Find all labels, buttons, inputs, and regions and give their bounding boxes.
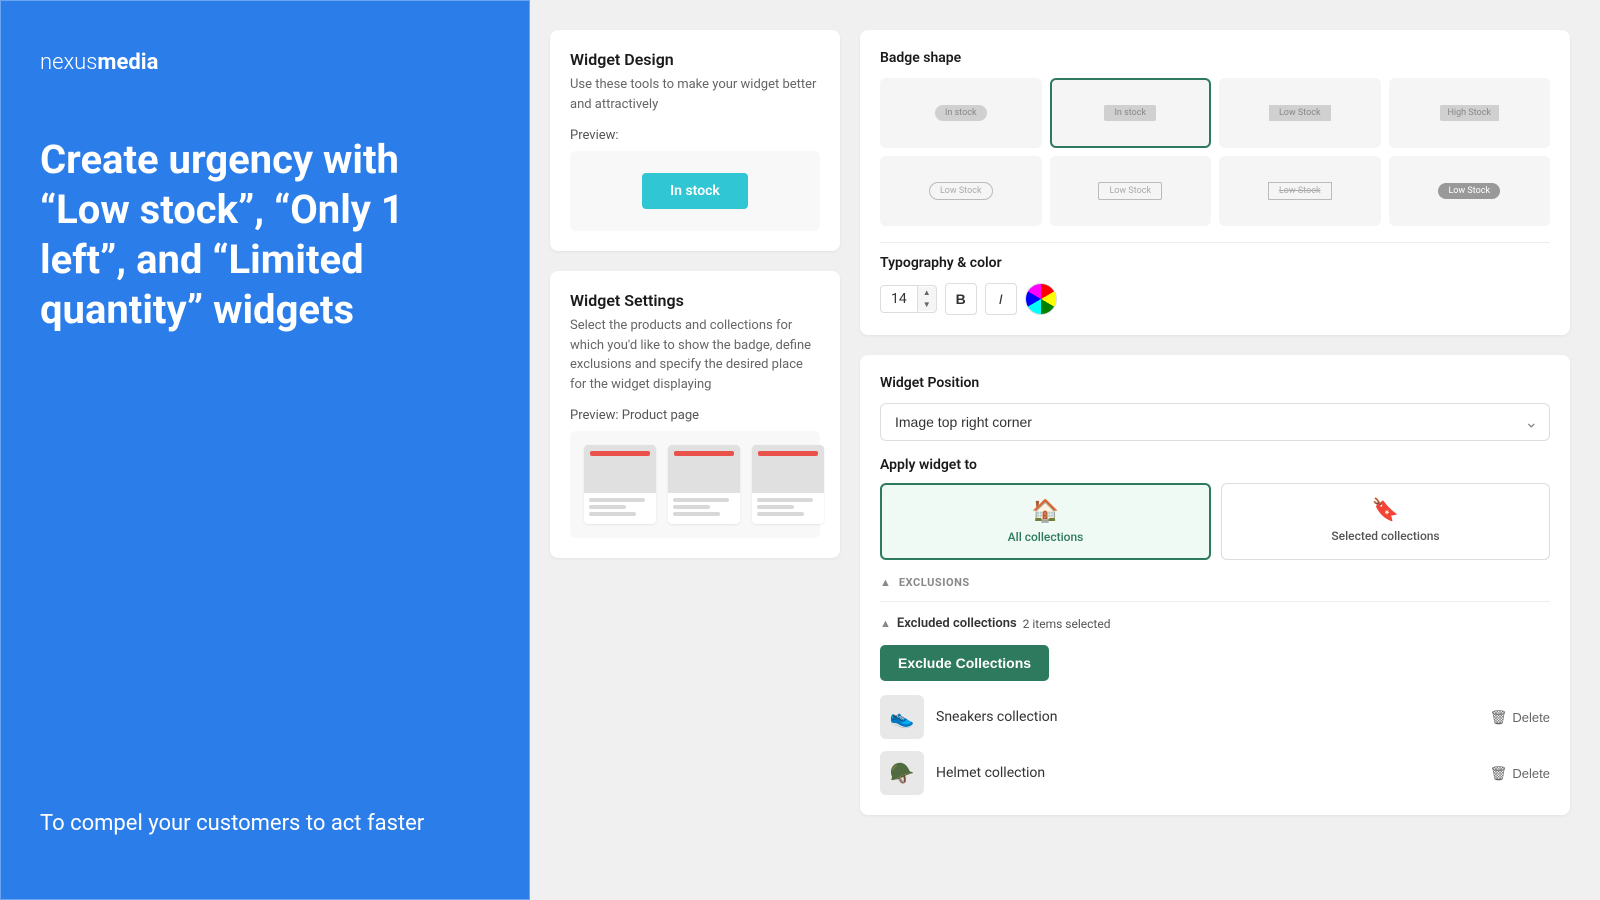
widget-settings-title: Widget Settings [570,291,820,310]
delete-sneakers-label: Delete [1512,710,1550,725]
excluded-collections-row[interactable]: ▲ Excluded collections 2 items selected [880,616,1550,631]
font-size-arrows[interactable]: ▲ ▼ [918,287,936,311]
collections-icon: 🏠 [1032,499,1059,524]
selected-icon: 🔖 [1372,498,1399,523]
widget-settings-desc: Select the products and collections for … [570,316,820,394]
badge-option-dark[interactable]: Low Stock [1389,156,1551,226]
exclusions-header[interactable]: ▲ EXCLUSIONS [880,576,1550,589]
delete-sneakers-button[interactable]: 🗑 Delete [1490,709,1550,726]
exclude-collections-button[interactable]: Exclude Collections [880,645,1049,681]
typography-controls: 14 ▲ ▼ B I [880,283,1550,315]
collection-item-helmet: 🪖 Helmet collection 🗑 Delete [880,751,1550,795]
widget-settings-right-card: Widget Position Image top right corner I… [860,355,1570,815]
bold-button[interactable]: B [945,283,977,315]
apply-widget-label: Apply widget to [880,457,1550,473]
widget-position-title: Widget Position [880,375,1550,391]
trash-icon-2: 🗑 [1490,765,1508,782]
delete-helmet-label: Delete [1512,766,1550,781]
badge-shape-grid: In stock In stock Low Stock High Stock L… [880,78,1550,226]
widget-position-select[interactable]: Image top right corner Image top left co… [880,403,1550,441]
right-content-area: Widget Design Use these tools to make yo… [530,0,1600,900]
selected-collections-label: Selected collections [1331,529,1439,543]
font-size-value: 14 [881,286,918,312]
widget-design-card: Widget Design Use these tools to make yo… [550,30,840,251]
widget-preview-box: In stock [570,151,820,231]
left-hero-panel: nexusmedia Create urgency with “Low stoc… [0,0,530,900]
delete-helmet-button[interactable]: 🗑 Delete [1490,765,1550,782]
center-column: Widget Design Use these tools to make yo… [550,30,840,870]
apply-selected-collections[interactable]: 🔖 Selected collections [1221,483,1550,560]
collection-item-sneakers: 👟 Sneakers collection 🗑 Delete [880,695,1550,739]
excluded-collections-label: Excluded collections [897,616,1017,631]
helmet-collection-name: Helmet collection [936,765,1478,781]
sneakers-thumbnail: 👟 [880,695,924,739]
italic-button[interactable]: I [985,283,1017,315]
widget-preview-label: Preview: [570,128,820,143]
product-card-3 [752,445,824,524]
excluded-chevron-icon: ▲ [880,617,891,630]
hero-subtext: To compel your customers to act faster [40,809,490,840]
badge-option-outline-rect[interactable]: Low Stock [1050,156,1212,226]
brand-logo: nexusmedia [40,50,490,75]
color-picker-button[interactable] [1025,283,1057,315]
helmet-thumbnail: 🪖 [880,751,924,795]
font-size-down[interactable]: ▼ [918,299,936,311]
widget-position-select-wrapper[interactable]: Image top right corner Image top left co… [880,403,1550,441]
widget-settings-card: Widget Settings Select the products and … [550,271,840,558]
product-preview-label: Preview: Product page [570,408,820,423]
badge-option-rect-sharp[interactable]: Low Stock [1219,78,1381,148]
badge-option-pill[interactable]: In stock [880,78,1042,148]
trash-icon: 🗑 [1490,709,1508,726]
excluded-collections-count: 2 items selected [1023,617,1111,631]
exclusions-chevron-icon: ▲ [880,576,891,589]
sneakers-collection-name: Sneakers collection [936,709,1478,725]
apply-all-collections[interactable]: 🏠 All collections [880,483,1211,560]
font-size-up[interactable]: ▲ [918,287,936,299]
badge-option-outline-pill[interactable]: Low Stock [880,156,1042,226]
badge-shape-card: Badge shape In stock In stock Low Stock … [860,30,1570,335]
widget-design-desc: Use these tools to make your widget bett… [570,75,820,114]
badge-option-outline-slash[interactable]: Low Stock [1219,156,1381,226]
collection-list: 👟 Sneakers collection 🗑 Delete 🪖 Helmet … [880,695,1550,795]
in-stock-badge: In stock [642,173,748,209]
product-card-1 [584,445,656,524]
apply-options-group: 🏠 All collections 🔖 Selected collections [880,483,1550,560]
hero-headline: Create urgency with “Low stock”, “Only 1… [40,135,490,472]
badge-option-rect[interactable]: In stock [1050,78,1212,148]
typography-title: Typography & color [880,255,1550,271]
product-preview-area [570,431,820,538]
font-size-input[interactable]: 14 ▲ ▼ [880,285,937,313]
badge-option-tag[interactable]: High Stock [1389,78,1551,148]
exclusions-title: EXCLUSIONS [899,576,970,589]
product-card-2 [668,445,740,524]
widget-design-title: Widget Design [570,50,820,69]
badge-shape-title: Badge shape [880,50,1550,66]
right-column: Badge shape In stock In stock Low Stock … [860,30,1570,870]
all-collections-label: All collections [1008,530,1084,544]
